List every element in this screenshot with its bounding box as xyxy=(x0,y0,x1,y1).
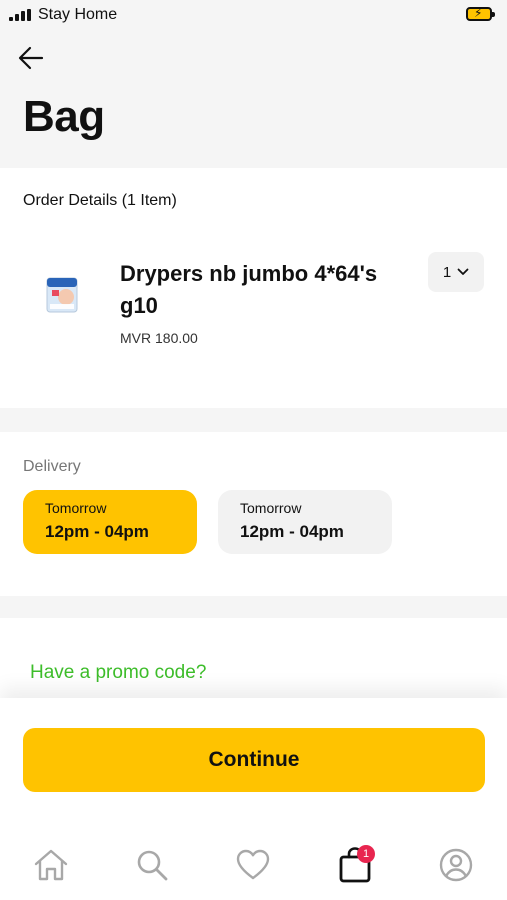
slot-time: 12pm - 04pm xyxy=(240,522,344,541)
slot-day: Tomorrow xyxy=(45,500,107,516)
tab-home[interactable] xyxy=(29,843,73,887)
delivery-slot-selected[interactable]: Tomorrow 12pm - 04pm xyxy=(23,490,197,554)
heart-icon xyxy=(236,849,270,880)
promo-code-link[interactable]: Have a promo code? xyxy=(30,662,206,684)
slot-time: 12pm - 04pm xyxy=(45,522,149,541)
tab-profile[interactable] xyxy=(434,843,478,887)
delivery-label: Delivery xyxy=(23,458,81,475)
product-image xyxy=(44,274,80,316)
bottom-panel: Continue 1 xyxy=(0,698,507,900)
page-title: Bag xyxy=(23,92,105,141)
back-button[interactable] xyxy=(16,42,48,74)
quantity-value: 1 xyxy=(442,263,452,281)
tab-bar: 1 xyxy=(0,843,507,893)
order-details-card: Order Details (1 Item) Drypers nb jumbo … xyxy=(0,168,507,408)
home-icon xyxy=(34,849,68,881)
chevron-down-icon xyxy=(457,268,469,275)
arrow-left-icon xyxy=(18,46,44,70)
quantity-dropdown[interactable]: 1 xyxy=(428,252,484,292)
slot-day: Tomorrow xyxy=(240,500,302,516)
status-bar: Stay Home ⚡ xyxy=(0,0,507,30)
tab-bag[interactable]: 1 xyxy=(333,843,377,887)
carrier-label: Stay Home xyxy=(38,6,118,23)
search-icon xyxy=(137,850,168,881)
continue-button[interactable]: Continue xyxy=(23,728,485,792)
battery-icon: ⚡ xyxy=(466,6,495,21)
bag-count-badge: 1 xyxy=(357,845,375,863)
signal-icon xyxy=(9,9,33,21)
order-details-heading: Order Details (1 Item) xyxy=(23,192,177,209)
delivery-card: Delivery Tomorrow 12pm - 04pm Tomorrow 1… xyxy=(0,432,507,596)
delivery-slot[interactable]: Tomorrow 12pm - 04pm xyxy=(218,490,392,554)
profile-icon xyxy=(439,848,473,882)
tab-search[interactable] xyxy=(130,843,174,887)
product-name: Drypers nb jumbo 4*64's g10 xyxy=(120,261,378,318)
tab-favorites[interactable] xyxy=(231,843,275,887)
product-price: MVR 180.00 xyxy=(120,330,198,346)
